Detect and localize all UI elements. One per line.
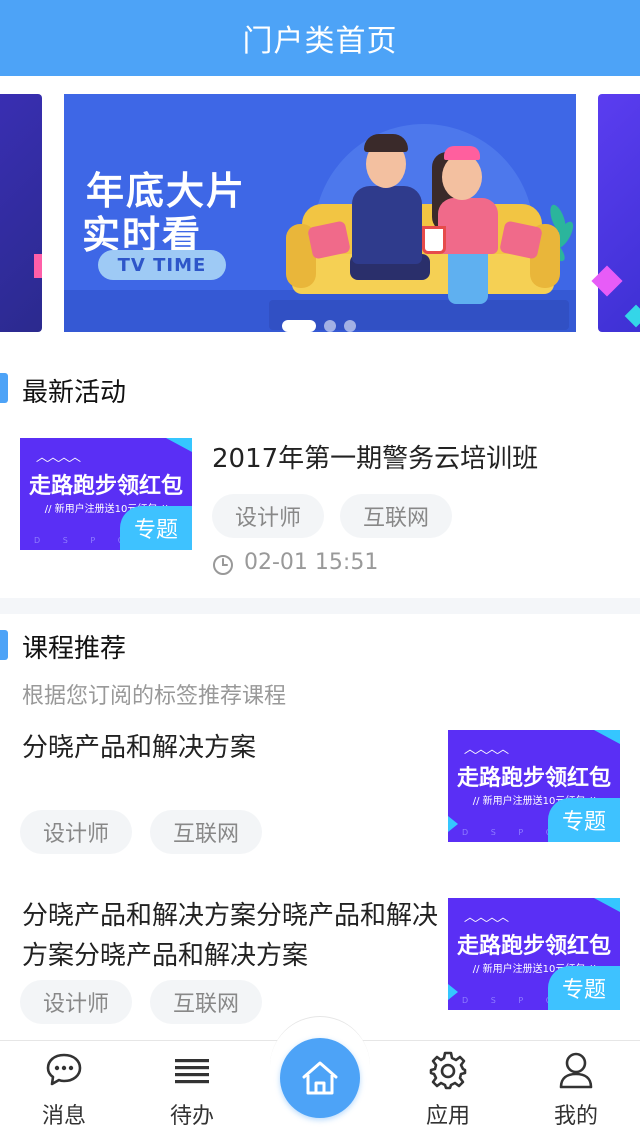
banner-tag: TV TIME — [98, 250, 226, 280]
home-icon — [302, 1061, 338, 1095]
banner-carousel[interactable]: 年底大片 实时看 TV TIME — [0, 76, 640, 348]
woman-head — [442, 154, 482, 200]
thumb-headline: 走路跑步领红包 — [28, 474, 183, 499]
carousel-indicator — [282, 320, 356, 332]
decor-shape — [34, 254, 42, 278]
clock-icon — [213, 555, 233, 575]
nav-label: 待办 — [169, 1104, 214, 1129]
thumb-headline: 走路跑步领红包 — [456, 766, 611, 791]
section-title-courses: 课程推荐 — [22, 634, 127, 664]
nav-item-profile[interactable]: 我的 — [512, 1050, 640, 1130]
course-thumbnail[interactable]: ︿︿︿︿ 走路跑步领红包 // 新用户注册送10元红包 // D S P C R… — [448, 898, 620, 1010]
section-accent — [0, 630, 8, 660]
tag-chip[interactable]: 互联网 — [150, 810, 262, 854]
zigzag-decor: ︿︿︿︿ — [464, 742, 509, 756]
tag-chip[interactable]: 设计师 — [20, 980, 132, 1024]
page-title: 门户类首页 — [242, 24, 398, 59]
popcorn-icon — [422, 226, 446, 254]
banner-slide-prev[interactable] — [0, 94, 42, 332]
man-body — [352, 186, 422, 264]
list-icon — [175, 1059, 209, 1084]
decor-shape — [591, 265, 623, 297]
section-subtitle: 根据您订阅的标签推荐课程 — [22, 684, 287, 709]
woman-hat — [444, 146, 480, 160]
tag-chip[interactable]: 设计师 — [20, 810, 132, 854]
nav-label: 应用 — [425, 1104, 470, 1129]
course-title[interactable]: 分晓产品和解决方案 — [22, 728, 440, 768]
decor-shape — [166, 438, 192, 452]
course-thumbnail[interactable]: ︿︿︿︿ 走路跑步领红包 // 新用户注册送10元红包 // D S P C R… — [448, 730, 620, 842]
activity-thumbnail[interactable]: ︿︿︿︿ 走路跑步领红包 // 新用户注册送10元红包 // D S P C R… — [20, 438, 192, 550]
topic-badge: 专题 — [548, 798, 620, 842]
nav-label: 消息 — [41, 1104, 86, 1129]
nav-item-apps[interactable]: 应用 — [384, 1050, 512, 1130]
course-title[interactable]: 分晓产品和解决方案分晓产品和解决方案分晓产品和解决方案 — [22, 896, 440, 976]
app-header: 门户类首页 — [0, 0, 640, 76]
zigzag-decor: ︿︿︿︿ — [464, 910, 509, 924]
tag-chip[interactable]: 设计师 — [212, 494, 324, 538]
decor-shape — [448, 816, 458, 832]
section-accent — [0, 373, 8, 403]
nav-item-messages[interactable]: 消息 — [0, 1050, 128, 1130]
banner-slide-next[interactable] — [591, 94, 640, 332]
activity-title[interactable]: 2017年第一期警务云培训班 — [212, 438, 538, 475]
zigzag-decor: ︿︿︿︿ — [36, 450, 81, 464]
topic-badge: 专题 — [120, 506, 192, 550]
carousel-dot-active[interactable] — [282, 320, 316, 332]
decor-shape — [594, 730, 620, 744]
nav-item-todo[interactable]: 待办 — [128, 1050, 256, 1130]
topic-badge: 专题 — [548, 966, 620, 1010]
message-icon — [46, 1053, 82, 1086]
nav-label: 我的 — [553, 1104, 598, 1129]
decor-shape — [448, 984, 458, 1000]
carousel-dot[interactable] — [344, 320, 356, 332]
banner-slide-current[interactable]: 年底大片 实时看 TV TIME — [64, 94, 576, 332]
nav-home-button[interactable] — [280, 1038, 360, 1118]
carousel-dot[interactable] — [324, 320, 336, 332]
decor-shape — [594, 898, 620, 912]
gear-icon — [429, 1051, 467, 1090]
section-divider — [0, 598, 640, 614]
decor-shape — [624, 304, 640, 328]
woman-body — [438, 198, 498, 254]
tag-chip[interactable]: 互联网 — [150, 980, 262, 1024]
tag-chip[interactable]: 互联网 — [340, 494, 452, 538]
activity-time: 02-01 15:51 — [244, 550, 379, 575]
thumb-headline: 走路跑步领红包 — [456, 934, 611, 959]
section-title-latest: 最新活动 — [22, 378, 127, 408]
man-hair — [364, 134, 408, 152]
user-icon — [559, 1052, 593, 1089]
